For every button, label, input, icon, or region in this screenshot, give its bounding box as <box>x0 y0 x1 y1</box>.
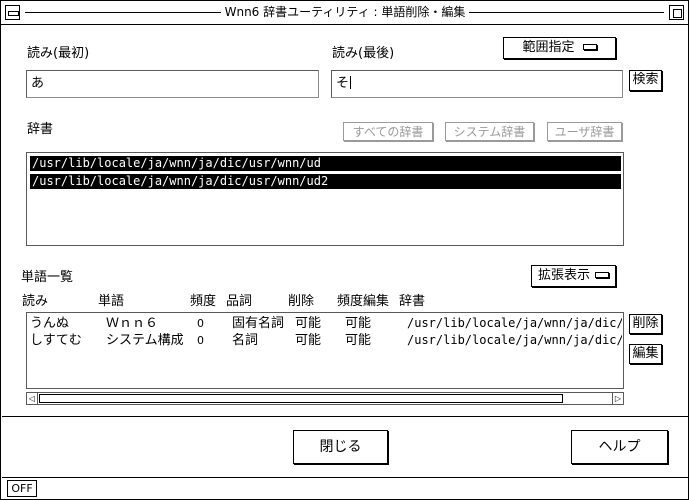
word-frequency-editable: 可能 <box>345 333 372 348</box>
delete-button[interactable]: 削除 <box>629 314 662 334</box>
word-reading: うんぬ <box>30 316 70 331</box>
dictionary-listbox[interactable]: /usr/lib/locale/ja/wnn/ja/dic/usr/wnn/ud… <box>26 152 624 246</box>
word-deletable: 可能 <box>295 316 322 331</box>
word-part-of-speech: 固有名詞 <box>232 316 285 331</box>
input-mode-status: OFF <box>7 480 37 497</box>
reading-start-label: 読み(最初) <box>27 46 90 61</box>
dictionary-utility-window: Wnn6 辞書ユーティリティ : 単語削除・編集 読み(最初) あ 読み(最後)… <box>0 0 689 500</box>
reading-end-label: 読み(最後) <box>332 46 395 61</box>
word-dictionary-path: /usr/lib/locale/ja/wnn/ja/dic/u <box>407 316 622 330</box>
word-frequency-editable: 可能 <box>345 316 372 331</box>
column-header-delete: 削除 <box>288 294 315 309</box>
scroll-left-icon[interactable]: ◁ <box>27 393 38 404</box>
reading-end-input[interactable]: そ <box>331 70 623 98</box>
range-select-button[interactable]: 範囲指定 <box>503 37 616 59</box>
word-list-label: 単語一覧 <box>21 270 74 285</box>
word-dictionary-path: /usr/lib/locale/ja/wnn/ja/dic/u <box>407 333 622 347</box>
column-header-dictionary: 辞書 <box>399 294 426 309</box>
column-header-frequency: 頻度 <box>190 294 217 309</box>
dictionary-label: 辞書 <box>27 122 54 137</box>
expand-display-button[interactable]: 拡張表示 <box>531 265 616 287</box>
scrollbar-thumb[interactable] <box>39 394 563 403</box>
all-dictionaries-button[interactable]: すべての辞書 <box>343 122 433 141</box>
divider <box>2 416 689 417</box>
word-frequency: 0 <box>197 334 204 347</box>
column-header-word: 単語 <box>98 294 125 309</box>
window-menu-icon[interactable] <box>5 5 20 20</box>
divider <box>2 477 689 478</box>
word-text: システム構成 <box>106 333 184 348</box>
user-dictionary-button[interactable]: ユーザ辞書 <box>547 122 622 141</box>
maximize-icon[interactable] <box>669 5 684 20</box>
search-button[interactable]: 検索 <box>629 70 662 91</box>
text-caret <box>350 76 352 89</box>
dictionary-list-item[interactable]: /usr/lib/locale/ja/wnn/ja/dic/usr/wnn/ud <box>30 156 621 171</box>
window-title: Wnn6 辞書ユーティリティ : 単語削除・編集 <box>25 5 665 20</box>
scroll-right-icon[interactable]: ▷ <box>612 393 623 404</box>
close-button[interactable]: 閉じる <box>293 430 388 464</box>
column-header-reading: 読み <box>22 294 49 309</box>
option-menu-icon <box>595 272 609 278</box>
column-header-part-of-speech: 品詞 <box>226 294 253 309</box>
horizontal-scrollbar[interactable]: ◁ ▷ <box>26 392 624 405</box>
title-bar[interactable]: Wnn6 辞書ユーティリティ : 単語削除・編集 <box>1 1 688 25</box>
word-deletable: 可能 <box>295 333 322 348</box>
word-part-of-speech: 名詞 <box>232 333 259 348</box>
word-text: Ｗｎｎ６ <box>106 316 159 331</box>
word-listbox[interactable]: うんぬ Ｗｎｎ６ 0 固有名詞 可能 可能 /usr/lib/locale/ja… <box>26 312 624 389</box>
help-button[interactable]: ヘルプ <box>571 430 668 464</box>
option-menu-icon <box>582 44 597 50</box>
dictionary-list-item[interactable]: /usr/lib/locale/ja/wnn/ja/dic/usr/wnn/ud… <box>30 174 621 189</box>
system-dictionary-button[interactable]: システム辞書 <box>445 122 534 141</box>
edit-button[interactable]: 編集 <box>629 344 662 364</box>
word-frequency: 0 <box>197 317 204 330</box>
word-reading: しすてむ <box>30 333 82 348</box>
column-header-frequency-edit: 頻度編集 <box>337 294 390 309</box>
reading-start-input[interactable]: あ <box>26 70 319 98</box>
